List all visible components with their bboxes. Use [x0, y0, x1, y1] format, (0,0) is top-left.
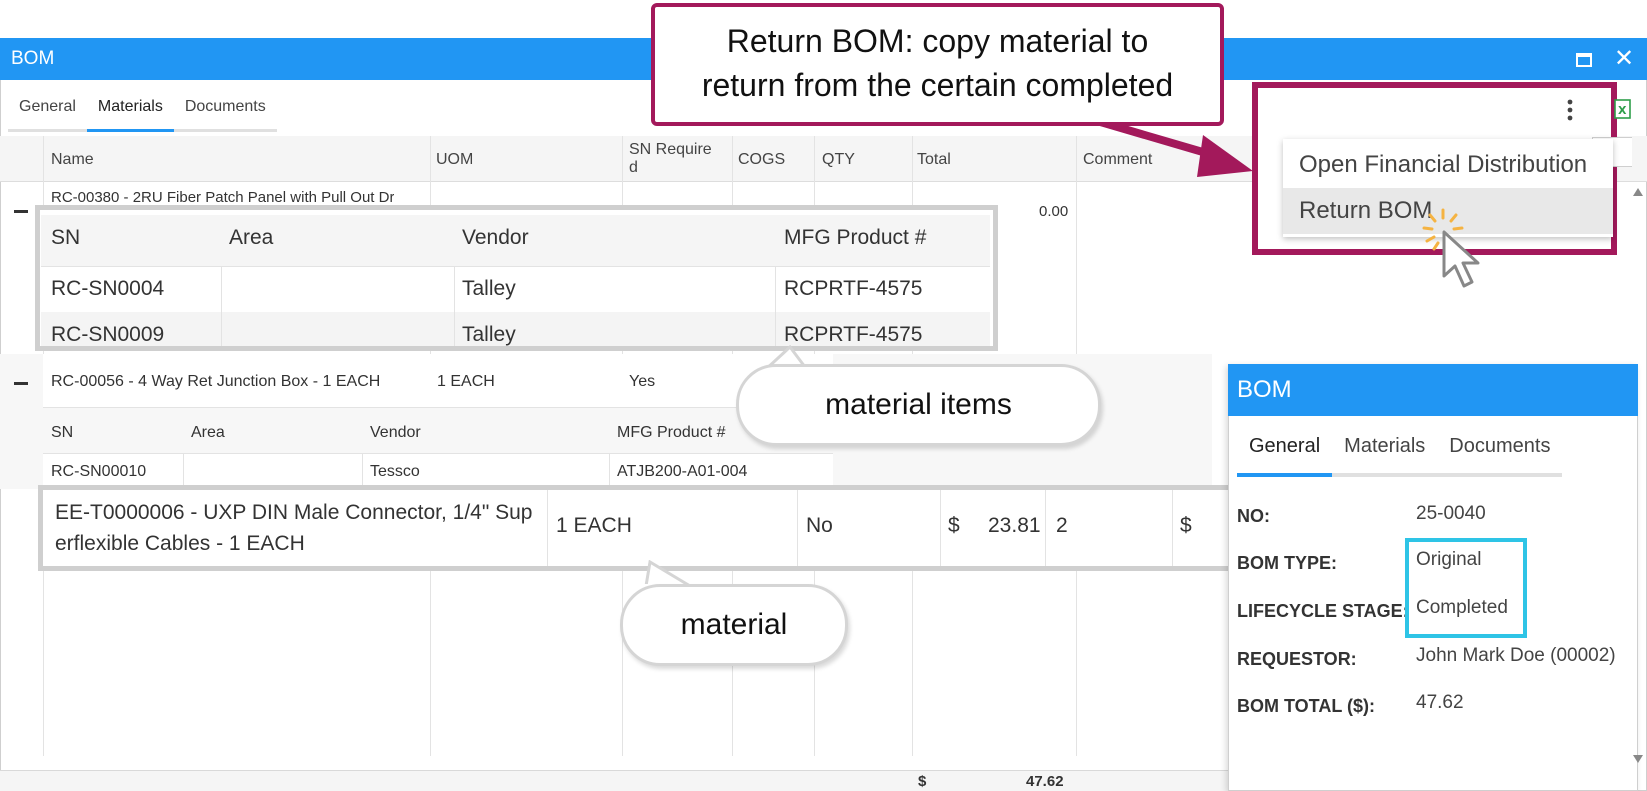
mfg-product-cell: ATJB200-A01-004 [617, 463, 748, 480]
collapse-row-2-icon[interactable] [14, 382, 28, 385]
row-total: 0.00 [1039, 203, 1069, 220]
field-label-lifecycle-stage: LIFECYCLE STAGE: [1237, 601, 1409, 621]
popup-title: BOM [1237, 376, 1292, 403]
footer-currency: $ [918, 773, 927, 790]
material-callout: material [620, 584, 848, 666]
type-stage-highlight-frame [1405, 538, 1527, 638]
subgrid-column-mfg[interactable]: MFG Product # [617, 424, 725, 442]
tab-materials[interactable]: Materials [86, 99, 174, 132]
field-label-no: NO: [1237, 506, 1270, 526]
field-value-bom-total: 47.62 [1416, 692, 1464, 713]
subgrid-column-sn[interactable]: SN [51, 424, 73, 442]
column-sn-required[interactable]: SN Require d [629, 141, 719, 177]
tab-documents[interactable]: Documents [174, 99, 277, 132]
collapse-row-1-icon[interactable] [14, 210, 28, 213]
material-items-callout: material items [736, 364, 1101, 446]
column-qty[interactable]: QTY [822, 151, 855, 169]
popup-tab-materials[interactable]: Materials [1332, 427, 1437, 477]
scroll-up-icon[interactable] [1633, 188, 1643, 196]
menu-item-open-financial-distribution[interactable]: Open Financial Distribution [1283, 142, 1613, 188]
tab-general[interactable]: General [8, 99, 87, 132]
field-label-requestor: REQUESTOR: [1237, 649, 1357, 669]
vendor-cell: Tessco [370, 463, 420, 480]
excel-export-icon[interactable]: X [1612, 98, 1632, 120]
window-title: BOM [11, 48, 55, 69]
field-value-no: 25-0040 [1416, 503, 1486, 524]
field-label-bom-total: BOM TOTAL ($): [1237, 696, 1375, 716]
close-icon[interactable]: ✕ [1611, 46, 1637, 72]
maximize-icon[interactable] [1572, 48, 1596, 72]
material-name-link[interactable]: RC-00380 - 2RU Fiber Patch Panel with Pu… [51, 189, 394, 203]
main-tab-bar: General Materials Documents [8, 99, 277, 132]
column-cogs[interactable]: COGS [738, 151, 785, 169]
return-bom-note: Return BOM: copy material to return from… [651, 3, 1224, 126]
material-highlight-frame [38, 485, 1234, 571]
field-label-bom-type: BOM TYPE: [1237, 553, 1338, 573]
footer-total: 47.62 [1026, 773, 1064, 790]
material-name-link[interactable]: RC-00056 - 4 Way Ret Junction Box - 1 EA… [51, 373, 380, 391]
uom-cell: 1 EACH [437, 373, 495, 390]
subgrid-column-area[interactable]: Area [191, 424, 225, 442]
column-total[interactable]: Total [917, 151, 951, 169]
more-options-icon[interactable] [1565, 98, 1575, 122]
popup-tab-documents[interactable]: Documents [1437, 427, 1562, 477]
serial-number-link[interactable]: RC-SN00010 [51, 463, 146, 481]
subgrid-column-vendor[interactable]: Vendor [370, 424, 421, 442]
popup-tab-general[interactable]: General [1237, 427, 1333, 477]
column-name[interactable]: Name [51, 151, 94, 169]
popup-tab-bar: General Materials Documents [1237, 427, 1563, 477]
svg-text:X: X [1618, 104, 1627, 117]
sn-required-cell: Yes [629, 373, 656, 390]
field-value-requestor: John Mark Doe (00002) [1416, 645, 1616, 666]
scroll-down-icon[interactable] [1633, 755, 1643, 763]
material-items-highlight-frame [35, 205, 998, 351]
mouse-cursor-icon [1442, 230, 1480, 288]
column-uom[interactable]: UOM [436, 151, 473, 169]
